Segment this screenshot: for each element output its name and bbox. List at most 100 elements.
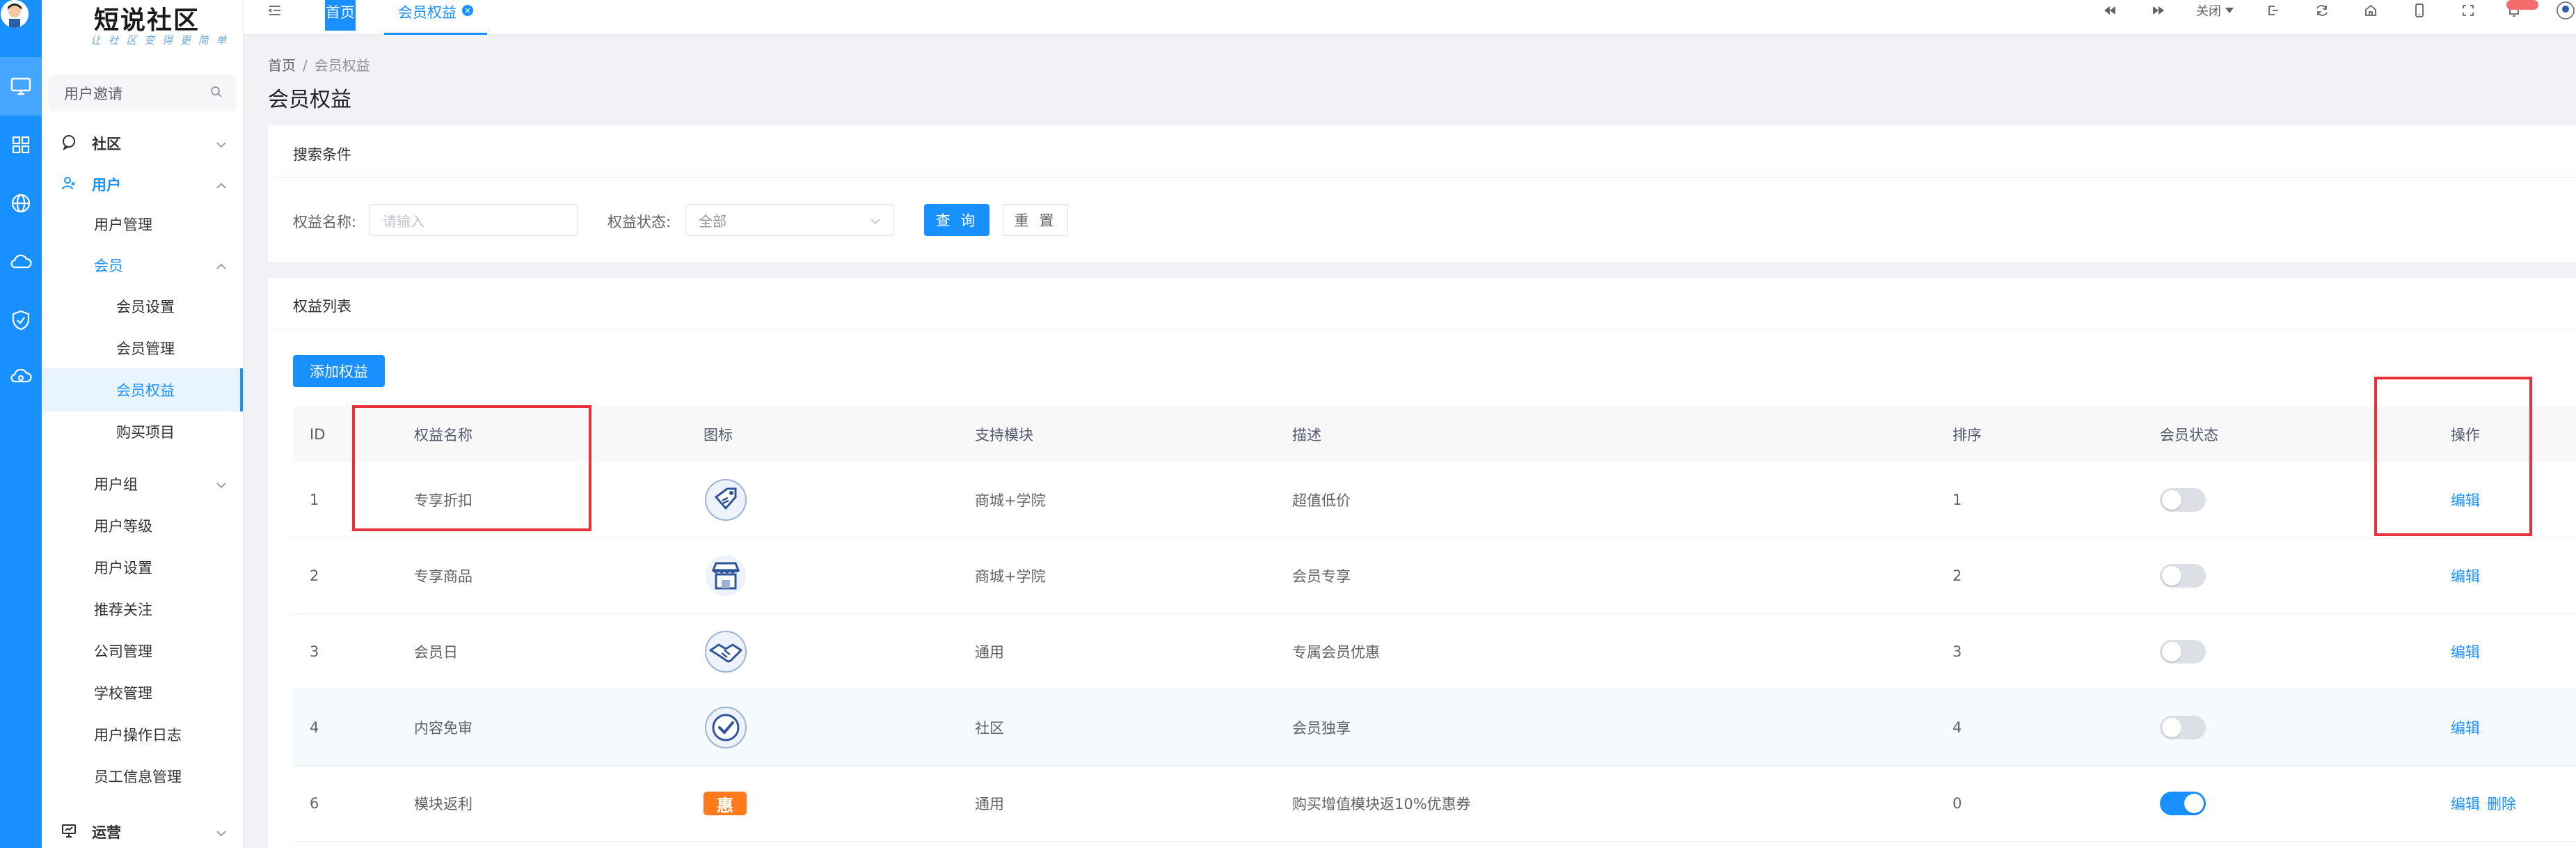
- menu-user-level[interactable]: 用户等级: [42, 510, 243, 541]
- caret-down-icon: [2225, 8, 2234, 13]
- col-icon: 图标: [703, 427, 733, 443]
- table-row: 6 模块返利 惠 通用 购买增值模块返10%优惠券 0 编辑 删除: [293, 766, 2576, 842]
- user-avatar-icon[interactable]: [2555, 0, 2576, 21]
- cell-module: 商城+学院: [975, 492, 1046, 509]
- menu-school-management[interactable]: 学校管理: [42, 677, 243, 708]
- handshake-icon: [703, 629, 748, 674]
- member-status-switch[interactable]: [2160, 564, 2206, 588]
- cell-status: [2160, 462, 2206, 537]
- cell-module: 通用: [975, 796, 1004, 812]
- edit-link[interactable]: 编辑: [2451, 717, 2480, 738]
- close-tab-icon[interactable]: ×: [462, 5, 473, 16]
- menu-user-management-label: 用户管理: [94, 217, 152, 233]
- search-icon: [210, 85, 223, 102]
- cell-sort: 1: [1953, 492, 1962, 508]
- menu-member-management[interactable]: 会员管理: [42, 333, 243, 363]
- member-status-switch[interactable]: [2160, 716, 2206, 739]
- benefit-name-placeholder: 请输入: [383, 212, 424, 230]
- search-card-title: 搜索条件: [293, 146, 351, 163]
- query-button[interactable]: 查 询: [924, 204, 989, 236]
- globe-icon[interactable]: [0, 174, 42, 233]
- member-status-switch[interactable]: [2160, 792, 2206, 815]
- menu-user-group[interactable]: 用户组: [42, 469, 243, 499]
- app-icon-strip: [0, 0, 42, 848]
- refresh-icon[interactable]: [2310, 0, 2334, 21]
- cell-icon: [703, 690, 748, 765]
- chevron-up-icon: [216, 257, 227, 274]
- menu-member-label: 会员: [94, 258, 123, 274]
- monitor-icon[interactable]: [0, 57, 42, 116]
- menu-search[interactable]: 用户邀请: [49, 75, 237, 111]
- cell-id: 1: [310, 492, 319, 508]
- cloud-icon[interactable]: [0, 233, 42, 291]
- reset-button[interactable]: 重 置: [1003, 204, 1068, 236]
- cell-sort: 4: [1953, 719, 1962, 736]
- edit-link[interactable]: 编辑: [2451, 793, 2480, 814]
- search-card-divider: [268, 177, 2576, 178]
- col-module: 支持模块: [975, 427, 1033, 443]
- breadcrumb-home[interactable]: 首页: [268, 57, 296, 74]
- menu-member-settings[interactable]: 会员设置: [42, 291, 243, 322]
- collapse-menu-icon[interactable]: [264, 0, 285, 21]
- close-dropdown[interactable]: 关闭: [2187, 0, 2243, 21]
- mobile-icon[interactable]: [2408, 0, 2431, 21]
- menu-user-settings[interactable]: 用户设置: [42, 552, 243, 583]
- menu-user[interactable]: 用户: [42, 169, 243, 200]
- cell-module: 通用: [975, 644, 1004, 661]
- edit-link[interactable]: 编辑: [2451, 641, 2480, 662]
- menu-staff-info[interactable]: 员工信息管理: [42, 761, 243, 792]
- scroll-left-icon[interactable]: [2098, 0, 2122, 21]
- benefit-status-select[interactable]: 全部: [685, 204, 894, 236]
- menu-operations[interactable]: 运营: [42, 817, 243, 847]
- page-title: 会员权益: [268, 88, 351, 112]
- home-icon[interactable]: [2359, 0, 2383, 21]
- exit-icon[interactable]: [2261, 0, 2285, 21]
- apps-grid-icon[interactable]: [0, 116, 42, 174]
- cell-name: 会员日: [414, 644, 458, 661]
- tab-home[interactable]: 首页: [325, 0, 356, 31]
- menu-member[interactable]: 会员: [42, 250, 243, 281]
- cell-module: 商城+学院: [975, 568, 1046, 585]
- scroll-right-icon[interactable]: [2147, 0, 2170, 21]
- menu-school-management-label: 学校管理: [94, 685, 152, 702]
- menu-user-group-label: 用户组: [94, 476, 138, 493]
- fullscreen-icon[interactable]: [2456, 0, 2480, 21]
- member-status-switch[interactable]: [2160, 640, 2206, 664]
- shield-icon[interactable]: [0, 291, 42, 350]
- menu-user-label: 用户: [92, 177, 121, 194]
- cell-id: 2: [310, 567, 319, 584]
- add-benefit-button[interactable]: 添加权益: [293, 355, 385, 387]
- member-status-switch[interactable]: [2160, 488, 2206, 512]
- cloud-server-icon[interactable]: [0, 350, 42, 408]
- list-card-title: 权益列表: [293, 298, 351, 315]
- menu-company-management[interactable]: 公司管理: [42, 636, 243, 666]
- benefit-name-label: 权益名称:: [293, 214, 357, 230]
- sidebar-menu: 短说社区 让 社 区 变 得 更 简 单 用户邀请 社区 用户 用户管理 会员 …: [42, 0, 244, 848]
- tab-member-benefits-label: 会员权益: [398, 4, 456, 21]
- cell-desc: 专属会员优惠: [1292, 644, 1380, 661]
- avatar[interactable]: [1, 0, 29, 28]
- menu-user-settings-label: 用户设置: [94, 560, 152, 576]
- menu-user-management[interactable]: 用户管理: [42, 209, 243, 240]
- edit-link[interactable]: 编辑: [2451, 565, 2480, 586]
- delete-link[interactable]: 删除: [2487, 793, 2516, 814]
- table-header: ID 权益名称 图标 支持模块 描述 排序 会员状态 操作: [293, 407, 2576, 462]
- hui-badge-icon: 惠: [703, 792, 747, 815]
- cell-module: 社区: [975, 720, 1004, 737]
- tab-member-benefits[interactable]: 会员权益 ×: [384, 0, 487, 35]
- menu-user-action-log[interactable]: 用户操作日志: [42, 719, 243, 750]
- menu-member-settings-label: 会员设置: [116, 299, 175, 315]
- menu-community[interactable]: 社区: [42, 128, 243, 159]
- benefit-name-input[interactable]: 请输入: [369, 204, 578, 236]
- highlight-box-name: [352, 405, 591, 531]
- menu-recommend-follow[interactable]: 推荐关注: [42, 594, 243, 625]
- cell-icon: [703, 462, 748, 537]
- cell-status: [2160, 766, 2206, 841]
- menu-member-benefits[interactable]: 会员权益: [42, 368, 243, 411]
- menu-staff-info-label: 员工信息管理: [94, 769, 182, 785]
- monitor-chart-icon: [61, 823, 77, 842]
- cell-actions: 编辑: [2451, 614, 2487, 689]
- cell-desc: 超值低价: [1292, 492, 1351, 509]
- menu-purchase-items[interactable]: 购买项目: [42, 416, 243, 447]
- logo-subtitle: 让 社 区 变 得 更 简 单: [90, 34, 229, 47]
